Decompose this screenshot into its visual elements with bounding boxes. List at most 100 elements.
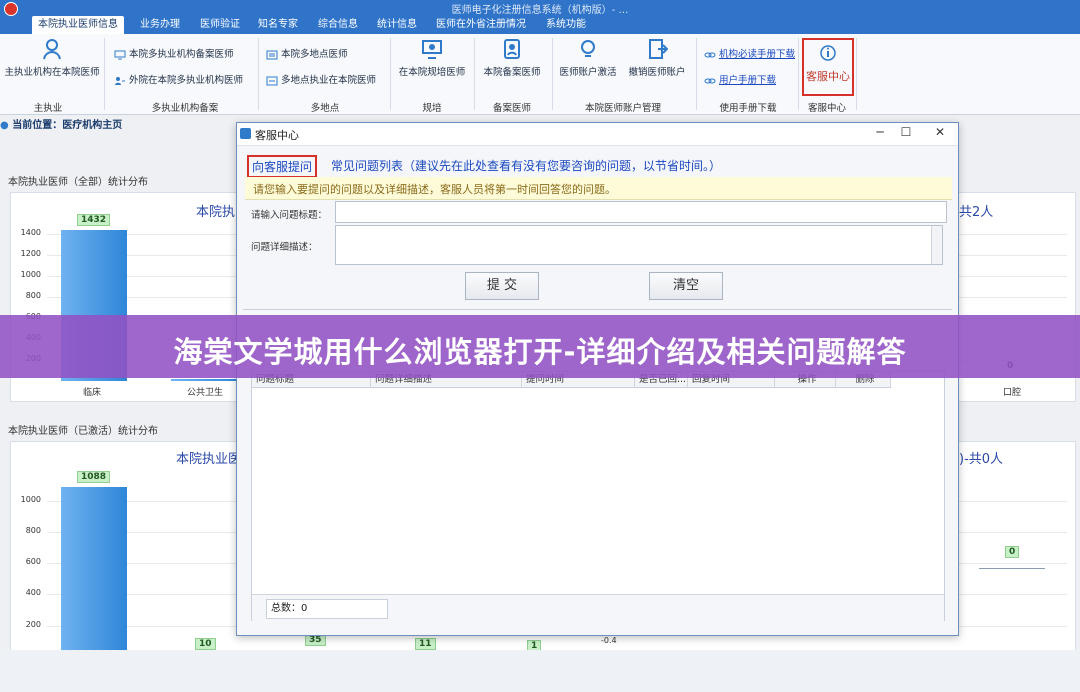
info-icon	[820, 45, 836, 61]
x-tick-label: 口腔	[1003, 388, 1022, 398]
main-practice-doctors-label: 主执业机构在本院医师	[4, 67, 100, 78]
question-title-input[interactable]	[335, 201, 947, 223]
activate-account-label: 医师账户激活	[559, 67, 617, 78]
group-divider	[798, 38, 799, 110]
question-list-grid: 问题标题 问题详细描述 提问时间 是否已回... 回复时间 操作 删除 总数：0	[251, 371, 945, 621]
multi-org-record-label: 本院多执业机构备案医师	[129, 49, 234, 60]
customer-service-button[interactable]: 客服中心	[802, 38, 854, 96]
link-icon	[704, 52, 716, 57]
ribbon-toolbar: 主执业机构在本院医师 主执业 本院多执业机构备案医师 外院在本院多执业机构医师 …	[0, 34, 1080, 115]
bar-临床[interactable]	[61, 486, 127, 657]
grid-footer: 总数：0	[252, 594, 944, 621]
group-divider	[856, 38, 857, 110]
question-title-label: 请输入问题标题：	[251, 210, 328, 221]
presentation-icon	[422, 40, 442, 59]
dialog-app-icon	[240, 128, 251, 139]
y-tick-label: -0.4	[601, 636, 617, 645]
user-manual-download-link[interactable]: 用户手册下载	[704, 72, 776, 86]
tab-general-info[interactable]: 综合信息	[312, 16, 364, 34]
x-tick-label: 临床	[83, 388, 102, 398]
data-label: 0	[1005, 546, 1020, 558]
group-label-record: 备案医师	[492, 103, 531, 114]
breadcrumb-text: 当前位置：医疗机构主页	[12, 120, 123, 131]
tab-experts[interactable]: 知名专家	[252, 16, 304, 34]
main-practice-doctors-button[interactable]: 主执业机构在本院医师	[0, 38, 104, 78]
bar-公共卫生[interactable]	[171, 379, 237, 381]
tab-faq[interactable]: 常见问题列表（建议先在此处查看有没有您要咨询的问题，以节省时间。）	[331, 157, 721, 174]
window-title-bar: 医师电子化注册信息系统（机构版）- …	[0, 0, 1080, 16]
list-detail-icon	[266, 76, 278, 85]
group-label-main: 主执业	[33, 103, 63, 114]
data-label: 1432	[77, 214, 111, 227]
user-manual-download-label: 用户手册下载	[719, 75, 777, 86]
question-desc-textarea[interactable]	[335, 225, 943, 265]
record-doctors-button[interactable]: 本院备案医师	[476, 38, 548, 78]
revoke-account-button[interactable]: 撤销医师账户	[622, 38, 692, 78]
notice-text: 请您输入要提问的问题以及详细描述，客服人员将第一时间回答您的问题。	[253, 183, 616, 196]
logout-icon	[649, 39, 668, 59]
group-divider	[390, 38, 391, 110]
y-tick-label: 1000	[20, 269, 41, 279]
user-link-icon	[115, 76, 125, 85]
tab-other-province[interactable]: 医师在外省注册情况	[430, 16, 532, 34]
external-multi-org-button[interactable]: 外院在本院多执业机构医师	[114, 72, 243, 86]
activate-account-button[interactable]: 医师账户激活	[554, 38, 622, 78]
group-divider	[696, 38, 697, 110]
multi-org-record-button[interactable]: 本院多执业机构备案医师	[114, 46, 234, 60]
y-tick-label: 600	[25, 557, 41, 567]
external-multi-org-label: 外院在本院多执业机构医师	[129, 75, 244, 86]
tab-system[interactable]: 系统功能	[540, 16, 592, 34]
window-title: 医师电子化注册信息系统（机构版）- …	[451, 5, 629, 16]
y-tick-label: 1200	[20, 248, 41, 258]
bottom-chart-right-title: )-共0人	[959, 452, 1004, 467]
top-chart-title: 本院执	[196, 205, 236, 220]
divider	[243, 309, 952, 310]
minimize-icon[interactable]: ─	[867, 125, 893, 139]
group-label-kefu: 客服中心	[807, 103, 846, 114]
y-tick-label: 1000	[20, 494, 41, 504]
list-icon	[266, 50, 278, 59]
y-tick-label: 400	[25, 588, 41, 598]
customer-service-label: 客服中心	[806, 70, 850, 83]
group-label-plan: 规培	[422, 103, 442, 114]
tab-verify[interactable]: 医师验证	[194, 16, 246, 34]
dialog-title-bar: 客服中心 ─ ☐ ✕	[237, 123, 958, 146]
tab-hospital-doctors[interactable]: 本院执业医师信息	[32, 16, 124, 34]
org-manual-download-label: 机构必读手册下载	[719, 49, 796, 60]
textarea-scrollbar[interactable]	[931, 226, 942, 264]
data-label: 10	[195, 638, 216, 650]
multi-site-doctors-button[interactable]: 本院多地点医师	[266, 46, 348, 60]
org-manual-download-link[interactable]: 机构必读手册下载	[704, 46, 795, 60]
headline-text: 海棠文学城用什么浏览器打开-详细介绍及相关问题解答	[173, 335, 907, 369]
close-icon[interactable]: ✕	[927, 125, 953, 139]
group-label-manual: 使用手册下载	[719, 103, 777, 114]
tab-statistics[interactable]: 统计信息	[371, 16, 423, 34]
residency-doctors-button[interactable]: 在本院规培医师	[394, 38, 470, 78]
multi-site-in-hospital-label: 多地点执业在本院医师	[281, 75, 377, 86]
group-divider	[258, 38, 259, 110]
headline-banner: 海棠文学城用什么浏览器打开-详细介绍及相关问题解答	[0, 315, 1080, 378]
question-desc-label: 问题详细描述：	[251, 242, 318, 253]
group-divider	[474, 38, 475, 110]
monitor-icon	[114, 50, 126, 59]
tab-business[interactable]: 业务办理	[134, 16, 186, 34]
multi-site-in-hospital-button[interactable]: 多地点执业在本院医师	[266, 72, 376, 86]
link-icon	[704, 78, 716, 83]
bottom-area	[0, 650, 1080, 692]
contact-card-icon	[504, 39, 520, 59]
clear-button[interactable]: 清空	[649, 272, 723, 300]
record-doctors-label: 本院备案医师	[483, 67, 541, 78]
group-divider	[104, 38, 105, 110]
group-label-multi: 多执业机构备案	[151, 103, 219, 114]
group-divider	[552, 38, 553, 110]
tab-ask-service[interactable]: 向客服提问	[247, 155, 318, 178]
bottom-chart-title: 本院执业医	[176, 452, 242, 467]
maximize-icon[interactable]: ☐	[893, 125, 919, 139]
y-tick-label: 800	[25, 290, 41, 300]
submit-button[interactable]: 提 交	[465, 272, 539, 300]
y-tick-label: 1400	[20, 227, 41, 237]
dialog-title: 客服中心	[255, 129, 299, 142]
residency-doctors-label: 在本院规培医师	[398, 67, 466, 78]
main-tab-bar: 本院执业医师信息 业务办理 医师验证 知名专家 综合信息 统计信息 医师在外省注…	[0, 16, 1080, 34]
user-add-icon	[43, 39, 61, 60]
